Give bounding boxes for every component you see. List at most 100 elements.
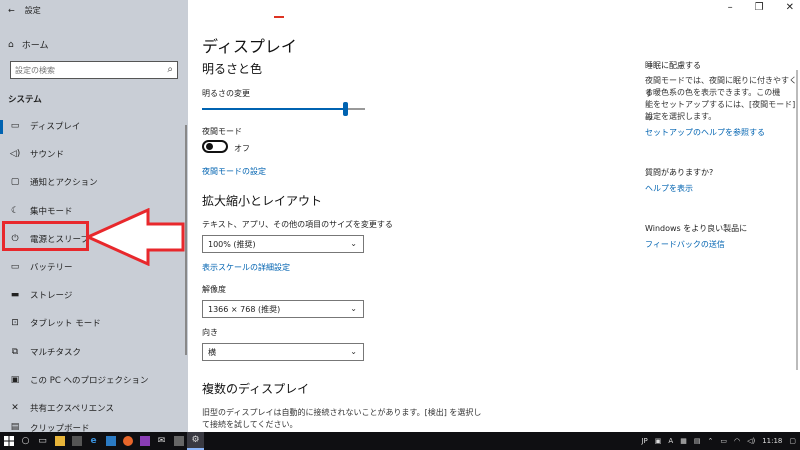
highlight-box (2, 221, 89, 251)
setup-help-link[interactable]: セットアップのヘルプを参照する (645, 127, 765, 138)
home-icon: ⌂ (8, 39, 14, 50)
advanced-scaling-link[interactable]: 表示スケールの詳細設定 (202, 262, 290, 273)
brightness-thumb[interactable] (343, 102, 349, 116)
start-icon[interactable] (0, 432, 17, 450)
multi-display-text-2: て接続を試してください。 (202, 420, 298, 429)
taskbar: ○ ▭ e ✉ ⚙ JP ▣ A ▦ ▤ ⌃ ▭ ◠ ◁) 11:18 ▢ (0, 432, 800, 450)
sidebar-nav: ▭ ディスプレイ ◁) サウンド ▢ 通知とアクション ☾ 集中モード ⏻ 電源… (0, 112, 188, 432)
scale-label: テキスト、アプリ、その他の項目のサイズを変更する (202, 220, 393, 229)
search-icon[interactable]: ⌕ (167, 64, 173, 75)
mail-icon[interactable]: ✉ (153, 432, 170, 450)
scale-dropdown[interactable]: 100% (推奨) ⌄ (202, 235, 364, 253)
section-heading: システム (8, 95, 42, 105)
sidebar-item-tablet[interactable]: ⊡ タブレット モード (0, 309, 188, 337)
settings-screen: ← 設定 ⌂ ホーム ⌕ システム ▭ ディスプレイ ◁) サウンド ▢ 通知と… (0, 0, 800, 450)
sidebar-item-shared[interactable]: ✕ 共有エクスペリエンス (0, 394, 188, 422)
action-center-icon[interactable]: ▢ (789, 437, 796, 445)
task-view-icon[interactable]: ▭ (34, 432, 51, 450)
font-icon[interactable]: A (668, 437, 673, 445)
sidebar-item-label: クリップボード (30, 424, 90, 433)
language-indicator[interactable]: JP (641, 437, 647, 445)
sidebar-item-clipboard[interactable]: ▤ クリップボード (0, 422, 188, 432)
sidebar-item-sound[interactable]: ◁) サウンド (0, 140, 188, 168)
store-icon[interactable] (68, 432, 85, 450)
sleep-text-4: 設定を選択します。 (645, 112, 717, 121)
feedback-link[interactable]: フィードバックの送信 (645, 239, 725, 250)
clock[interactable]: 11:18 (762, 437, 782, 445)
brightness-slider[interactable] (202, 102, 365, 116)
brightness-heading: 明るさと色 (202, 62, 263, 76)
edge-icon[interactable]: e (85, 432, 102, 450)
question-heading: 質問がありますか? (645, 168, 714, 177)
sidebar-item-label: ストレージ (30, 291, 73, 302)
sidebar-item-label: 通知とアクション (30, 178, 98, 189)
window-controls: – ❐ ✕ (728, 2, 794, 13)
explorer-icon[interactable] (51, 432, 68, 450)
photos-icon[interactable] (170, 432, 187, 450)
home-link[interactable]: ⌂ ホーム (8, 38, 49, 52)
clipboard-icon: ▤ (10, 422, 20, 433)
home-label: ホーム (21, 41, 49, 51)
chevron-down-icon: ⌄ (350, 239, 357, 248)
sidebar-item-label: マルチタスク (30, 347, 82, 358)
onenote-icon[interactable] (136, 432, 153, 450)
multitask-icon: ⧉ (11, 346, 19, 357)
resolution-dropdown[interactable]: 1366 × 768 (推奨) ⌄ (202, 300, 364, 318)
main-scrollbar[interactable] (796, 70, 798, 370)
sidebar-item-display[interactable]: ▭ ディスプレイ (0, 112, 188, 140)
sidebar-item-label: 集中モード (30, 206, 73, 217)
red-mark (274, 16, 284, 18)
orientation-value: 横 (208, 347, 216, 357)
night-mode-toggle[interactable] (202, 140, 228, 153)
app-tray-icon[interactable]: ▣ (655, 437, 662, 445)
search-input[interactable] (15, 65, 155, 75)
back-arrow-icon[interactable]: ← (8, 6, 15, 15)
sidebar-item-label: この PC へのプロジェクション (30, 375, 149, 386)
chevron-down-icon: ⌄ (350, 347, 357, 356)
sleep-heading: 睡眠に配慮する (645, 61, 701, 70)
volume-icon[interactable]: ◁) (747, 437, 755, 445)
share-icon: ✕ (11, 402, 19, 413)
notification-icon: ▢ (10, 177, 20, 188)
scale-value: 100% (推奨) (208, 239, 256, 249)
main-panel (188, 0, 800, 432)
night-mode-state: オフ (234, 144, 250, 153)
sidebar-item-projection[interactable]: ▣ この PC へのプロジェクション (0, 366, 188, 394)
wifi-icon[interactable]: ◠ (734, 437, 740, 445)
minimize-icon[interactable]: – (728, 2, 733, 13)
chevron-up-icon[interactable]: ⌃ (707, 437, 713, 445)
firefox-icon[interactable] (119, 432, 136, 450)
app-title: 設定 (24, 6, 41, 15)
search-box[interactable]: ⌕ (10, 61, 178, 79)
sidebar-item-notifications[interactable]: ▢ 通知とアクション (0, 168, 188, 196)
sidebar-item-label: 共有エクスペリエンス (30, 403, 114, 414)
system-tray: JP ▣ A ▦ ▤ ⌃ ▭ ◠ ◁) 11:18 ▢ (641, 432, 796, 450)
sidebar-item-storage[interactable]: ▬ ストレージ (0, 281, 188, 309)
search-circle-icon[interactable]: ○ (17, 432, 34, 450)
orientation-dropdown[interactable]: 横 ⌄ (202, 343, 364, 361)
network-icon[interactable] (102, 432, 119, 450)
tablet-icon: ⊡ (11, 318, 19, 329)
orientation-label: 向き (202, 328, 218, 337)
moon-icon: ☾ (10, 205, 20, 216)
tray-app-icon[interactable]: ▤ (694, 437, 701, 445)
resolution-value: 1366 × 768 (推奨) (208, 304, 281, 314)
sidebar-item-multitask[interactable]: ⧉ マルチタスク (0, 338, 188, 366)
feedback-heading: Windows をより良い製品に (645, 224, 748, 233)
speaker-icon: ◁) (9, 149, 21, 160)
tray-box-icon[interactable]: ▦ (680, 437, 687, 445)
maximize-icon[interactable]: ❐ (755, 2, 764, 13)
close-icon[interactable]: ✕ (786, 2, 794, 13)
battery-icon: ▭ (10, 262, 20, 273)
get-help-link[interactable]: ヘルプを表示 (645, 183, 693, 194)
sidebar-item-label: バッテリー (30, 263, 73, 274)
chevron-down-icon: ⌄ (350, 304, 357, 313)
settings-gear-icon[interactable]: ⚙ (187, 432, 204, 450)
scale-heading: 拡大縮小とレイアウト (202, 194, 323, 208)
battery-tray-icon[interactable]: ▭ (720, 437, 727, 445)
night-mode-settings-link[interactable]: 夜間モードの設定 (202, 166, 266, 177)
night-mode-label: 夜間モード (202, 127, 242, 136)
sidebar-item-label: サウンド (30, 150, 65, 161)
resolution-label: 解像度 (202, 285, 226, 294)
monitor-icon: ▭ (10, 121, 20, 132)
